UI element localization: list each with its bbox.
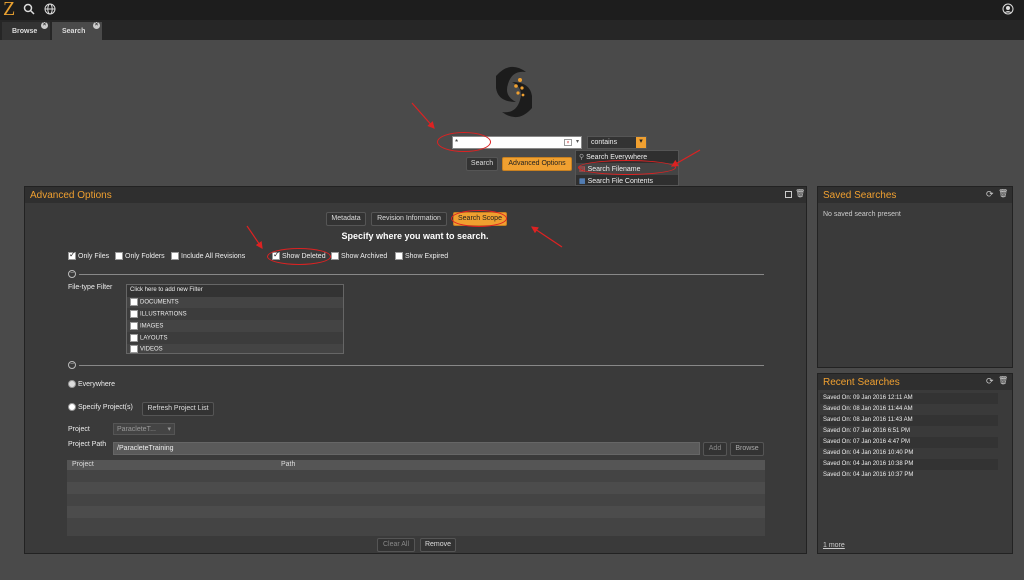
recent-search-item[interactable]: Saved On: 04 Jan 2016 10:37 PM [820,470,998,481]
brand-logo-icon [496,66,532,118]
recent-search-item[interactable]: Saved On: 07 Jan 2016 6:51 PM [820,426,998,437]
panel-title: Recent Searches [823,377,900,388]
clear-icon[interactable]: × [564,139,572,146]
panel-header: Advanced Options [25,187,806,203]
column-path: Path [281,461,296,468]
recent-search-item[interactable]: Saved On: 07 Jan 2016 4:47 PM [820,437,998,448]
include-all-revisions-checkbox[interactable]: Include All Revisions [171,252,245,260]
checkbox-icon [171,252,179,260]
divider [79,274,764,275]
search-icon: ⚲ [579,154,585,161]
specify-projects-radio[interactable]: Specify Project(s) [68,403,133,411]
filetype-item[interactable]: VIDEOS [127,343,343,355]
trash-icon[interactable]: 🗑 [998,189,1008,198]
everywhere-radio[interactable]: Everywhere [68,380,115,388]
close-icon[interactable]: × [93,22,100,29]
recent-search-item[interactable]: Saved On: 08 Jan 2016 11:44 AM [820,404,998,415]
save-icon[interactable] [785,191,792,198]
advanced-options-button[interactable]: Advanced Options [502,157,572,171]
saved-empty-message: No saved search present [823,211,901,218]
checkbox-icon [115,252,123,260]
show-expired-checkbox[interactable]: Show Expired [395,252,448,260]
chevron-down-icon: ▾ [167,426,171,433]
table-row [67,482,765,494]
filetype-filter-label: File-type Filter [68,284,113,291]
recent-search-item[interactable]: Saved On: 04 Jan 2016 10:38 PM [820,459,998,470]
search-button[interactable]: Search [466,157,498,171]
globe-icon[interactable] [44,3,56,15]
advanced-options-panel: Advanced Options 🗑 Metadata Revision Inf… [24,186,807,554]
show-archived-checkbox[interactable]: Show Archived [331,252,387,260]
chevron-down-icon[interactable]: ▾ [576,138,579,145]
radio-icon [68,380,76,388]
recent-search-item[interactable]: Saved On: 04 Jan 2016 10:40 PM [820,448,998,459]
refresh-project-list-button[interactable]: Refresh Project List [142,402,214,416]
tab-label: Browse [12,28,38,35]
chevron-down-icon[interactable]: ▾ [636,137,646,148]
annotation-oval [451,210,507,227]
recent-search-item[interactable]: Saved On: 09 Jan 2016 12:11 AM [820,393,998,404]
panel-header: Recent Searches [818,374,1012,390]
trash-icon[interactable]: 🗑 [795,189,805,198]
saved-searches-panel: Saved Searches ⟳ 🗑 No saved search prese… [817,186,1013,368]
recent-searches-panel: Recent Searches ⟳ 🗑 Saved On: 09 Jan 201… [817,373,1013,554]
project-path-input[interactable]: /ParacleteTraining [113,442,700,455]
trash-icon[interactable]: 🗑 [998,376,1008,385]
annotation-oval [267,248,331,265]
table-header: Project Path [67,460,765,470]
checkbox-icon [130,310,138,318]
add-button[interactable]: Add [703,442,727,456]
projects-table: Project Path [67,460,765,536]
checkbox-icon [130,298,138,306]
panel-header: Saved Searches [818,187,1012,203]
panel-title: Saved Searches [823,190,897,201]
app-logo[interactable]: Z [3,0,15,21]
tab-browse[interactable]: Browse × [2,22,50,40]
clear-all-button[interactable]: Clear All [377,538,415,552]
project-select[interactable]: ParacleteT... ▾ [113,423,175,435]
more-link[interactable]: 1 more [823,542,845,549]
checkbox-icon [395,252,403,260]
browse-button[interactable]: Browse [730,442,764,456]
checkbox-icon [130,322,138,330]
filetype-item[interactable]: ILLUSTRATIONS [127,308,343,320]
panel-title: Advanced Options [30,190,112,201]
operator-select[interactable]: contains ▾ [587,136,647,149]
annotation-oval [437,132,491,152]
document-icon: ▦ [579,178,586,185]
tab-revision-information[interactable]: Revision Information [371,212,447,226]
table-row [67,506,765,518]
annotation-oval [578,160,676,175]
tab-label: Search [62,28,86,35]
operator-value: contains [591,139,618,146]
refresh-icon[interactable]: ⟳ [986,189,994,200]
recent-search-item[interactable]: Saved On: 08 Jan 2016 11:43 AM [820,415,998,426]
close-icon[interactable]: × [41,22,48,29]
filetype-filter-list: Click here to add new Filter DOCUMENTS I… [126,284,344,354]
filetype-item[interactable]: DOCUMENTS [127,296,343,308]
project-path-label: Project Path [68,441,107,448]
project-label: Project [68,426,90,433]
checkbox-icon [331,252,339,260]
checkbox-icon [130,345,138,353]
scope-heading: Specify where you want to search. [341,231,489,241]
collapse-icon[interactable]: − [68,270,76,278]
tab-search[interactable]: Search × [52,22,102,40]
only-folders-checkbox[interactable]: Only Folders [115,252,165,260]
radio-icon [68,403,76,411]
tab-metadata[interactable]: Metadata [326,212,366,226]
refresh-icon[interactable]: ⟳ [986,376,994,387]
checkbox-icon [130,334,138,342]
filetype-item[interactable]: IMAGES [127,320,343,332]
checkbox-icon [68,250,76,260]
search-icon[interactable] [23,3,35,15]
tab-bar: Browse × Search × [0,20,1024,40]
user-icon[interactable] [1002,3,1014,15]
divider [79,365,764,366]
column-project: Project [72,461,94,468]
top-bar: Z [0,0,1024,20]
remove-button[interactable]: Remove [420,538,456,552]
collapse-icon[interactable]: − [68,361,76,369]
only-files-checkbox[interactable]: Only Files [68,250,109,260]
